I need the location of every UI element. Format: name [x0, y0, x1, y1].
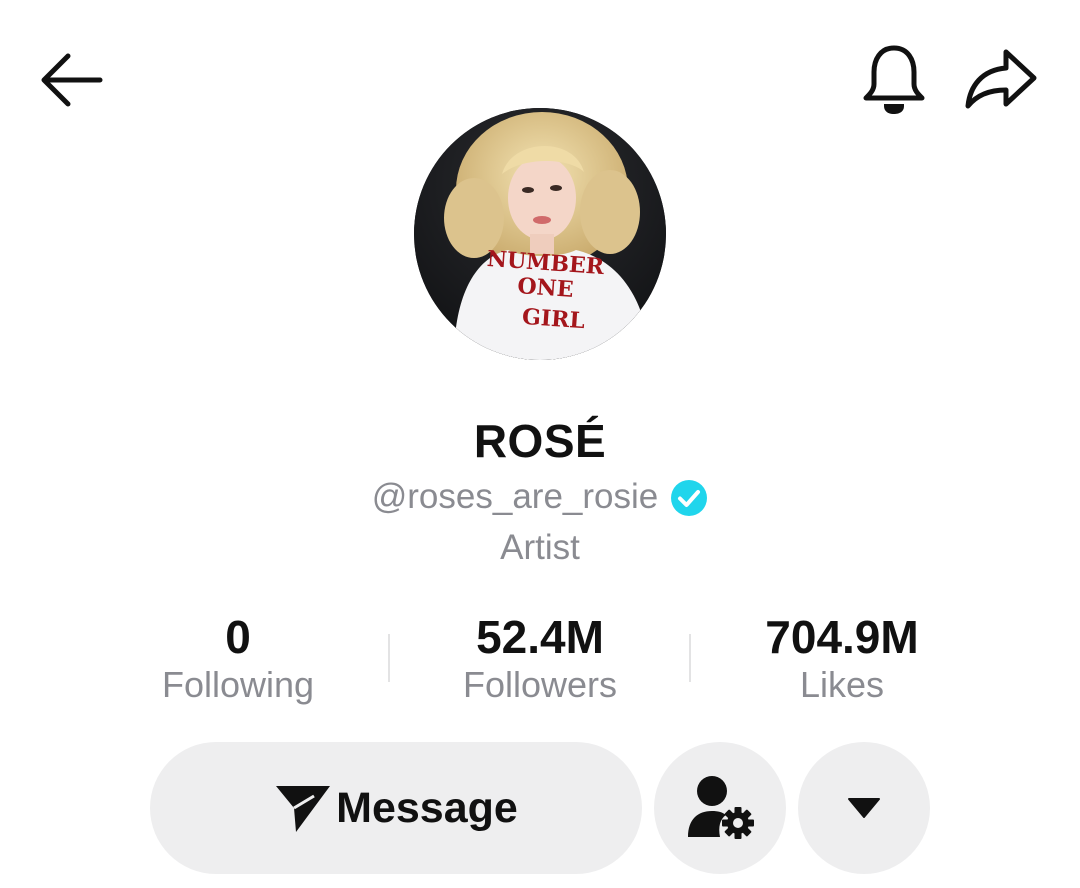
message-label: Message: [336, 783, 518, 832]
caret-down-icon: [848, 798, 880, 818]
username-row: @roses_are_rosie: [0, 472, 1080, 522]
share-arrow-icon: [965, 49, 1037, 109]
stat-followers[interactable]: 52.4M Followers: [410, 608, 670, 708]
stat-label: Followers: [462, 664, 618, 705]
bio: Artist: [500, 528, 580, 567]
stat-likes[interactable]: 704.9M Likes: [712, 608, 972, 708]
stat-value: 0: [225, 611, 251, 663]
stat-value: 52.4M: [476, 611, 604, 663]
stat-value: 704.9M: [765, 611, 919, 663]
message-button[interactable]: Message: [150, 742, 642, 874]
avatar[interactable]: NUMBER ONE GIRL: [414, 108, 666, 360]
user-settings-icon: [688, 776, 754, 839]
stat-divider: [388, 634, 390, 682]
back-button[interactable]: [36, 44, 108, 116]
send-paper-plane-icon: [276, 786, 331, 832]
shirt-line-2: ONE: [517, 273, 575, 303]
notifications-button[interactable]: [858, 42, 930, 118]
share-button[interactable]: [962, 44, 1040, 116]
stat-label: Likes: [799, 664, 885, 705]
verified-check-icon: [671, 480, 708, 516]
bell-icon: [863, 45, 925, 114]
stat-following[interactable]: 0 Following: [108, 608, 368, 708]
display-name: ROSÉ: [473, 415, 607, 467]
arrow-left-icon: [41, 53, 103, 107]
username: @roses_are_rosie: [371, 477, 659, 516]
more-options-button[interactable]: [798, 742, 930, 874]
avatar-photo: NUMBER ONE GIRL: [414, 108, 666, 360]
stat-divider: [689, 634, 691, 682]
manage-user-button[interactable]: [654, 742, 786, 874]
shirt-line-3: GIRL: [521, 304, 586, 334]
stat-label: Following: [161, 664, 315, 705]
